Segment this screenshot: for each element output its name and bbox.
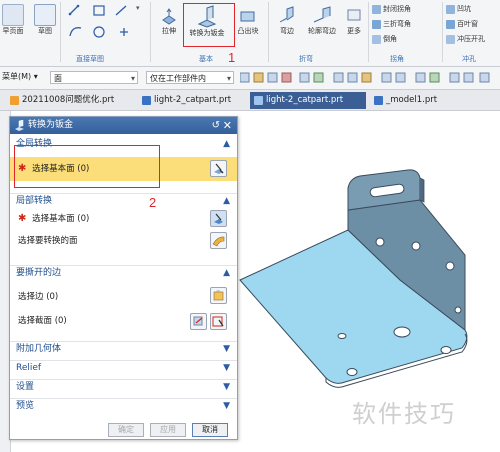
chevron-down-icon: ▾ [136,4,140,12]
tab-flange-icon [240,11,255,22]
flange-button[interactable]: 弯边 [274,6,300,36]
sheet-metal-part[interactable] [230,160,500,400]
circle-tool-icon[interactable] [93,26,105,38]
bend-face-icon [212,236,225,247]
sketch-icon [34,4,56,26]
closed-corner-icon [372,4,381,14]
section-local-convert[interactable]: 局部转换 ▲ [10,193,237,208]
more-bend-button[interactable]: 更多 [344,6,364,36]
face-select-icon [214,213,223,224]
point-tool-icon[interactable] [120,28,128,36]
face-select-icon [214,163,224,174]
base-face-highlight [14,145,160,188]
section-additional-geometry[interactable]: 附加几何体 ▼ [10,341,237,356]
three-bend-corner-button[interactable]: 三折弯角 [372,19,411,29]
chevron-up-icon: ▲ [223,268,230,278]
more-icon [347,9,361,21]
sketch-button[interactable]: 草图 [34,4,56,36]
apply-button[interactable]: 应用 [150,423,186,437]
cancel-button[interactable]: 取消 [192,423,228,437]
chevron-down-icon: ▼ [223,344,230,354]
chevron-down-icon: ▼ [223,401,230,411]
document-tabs: 20211008问题优化.prt light-2_catpart.prt lig… [0,90,500,111]
arc-tool-icon[interactable] [69,27,82,37]
drawn-cutout-button[interactable]: 冲压开孔 [446,34,485,44]
line-segment-tool-icon[interactable] [115,5,127,16]
dialog-title: 转换为钣金 [28,120,74,130]
chevron-up-icon: ▲ [223,196,230,206]
three-bend-corner-icon [372,19,381,29]
tab-light-2-catpart-1[interactable]: light-2_catpart.prt [138,92,237,109]
page-icon [2,4,24,26]
section-edges-to-rip[interactable]: 要撕开的边 ▲ [10,265,237,280]
scope-filter-select[interactable]: 仅在工作部件内 [146,71,234,85]
louver-button[interactable]: 百叶窗 [446,19,478,29]
louver-icon [446,19,455,29]
dimple-icon [446,4,455,14]
tab-button[interactable]: 凸出块 [234,6,262,36]
tab-20211008[interactable]: 20211008问题优化.prt [6,92,120,109]
dialog-app-icon [15,120,24,131]
tab-model1[interactable]: _model1.prt [370,92,443,109]
section-settings[interactable]: 设置 ▼ [10,379,237,394]
convert-to-sheet-metal-dialog: 转换为钣金 ↺ ✕ 全局转换 ▲ ✱ 选择基本面 (0) 2 局部转换 ▲ ✱ … [9,116,238,440]
local-select-face-button[interactable] [210,210,227,227]
section-relief[interactable]: Relief ▼ [10,360,237,375]
closed-corner-button[interactable]: 封闭拐角 [372,4,411,14]
contour-flange-icon [313,6,331,23]
selection-filter-bar: 菜单(M) ▾ 面 仅在工作部件内 [0,67,500,90]
select-section-button[interactable] [210,313,227,330]
snap-toolbar [240,72,490,83]
dimple-button[interactable]: 凹坑 [446,4,471,14]
ribbon: 早页面 草图 ▾ 直接草图 拉伸 转换为钣金 凸出块 基本 1 弯边 轮廓弯边 … [0,0,500,67]
select-face-button[interactable] [210,160,227,177]
tab-light-2-catpart-2[interactable]: light-2_catpart.prt [250,92,366,109]
more-sketch-button[interactable]: ▾ [136,4,144,44]
required-star-icon: ✱ [18,213,27,224]
line-tool-icon[interactable] [68,4,80,16]
section-preview[interactable]: 预览 ▼ [10,398,237,413]
ok-button[interactable]: 确定 [108,423,144,437]
select-convert-faces-button[interactable] [210,232,227,249]
section-select-icon [212,316,224,327]
part-file-icon [254,96,263,105]
menu-button[interactable]: 菜单(M) ▾ [2,71,38,82]
edge-select-icon [213,290,224,301]
convert-button-highlight [183,3,235,47]
close-icon[interactable]: ✕ [223,117,232,134]
select-edge-row[interactable]: 选择边 (0) [10,287,237,307]
select-edge-button[interactable] [210,287,227,304]
type-filter-select[interactable]: 面 [50,71,138,85]
chevron-up-icon: ▲ [223,139,230,149]
reset-icon[interactable]: ↺ [212,117,220,134]
select-faces-to-convert-row[interactable]: 选择要转换的面 [10,231,237,251]
extrude-icon [162,8,176,25]
section-curve-button[interactable] [190,313,207,330]
part-file-icon [10,96,19,105]
rectangle-tool-icon[interactable] [93,5,105,16]
part-file-icon [142,96,151,105]
watermark-text: 软件技巧 [352,400,456,428]
part-file-icon [374,96,383,105]
filter-icons[interactable] [240,72,490,83]
chamfer-icon [372,34,381,44]
section-curve-icon [193,316,203,326]
chevron-down-icon: ▼ [223,382,230,392]
chevron-down-icon: ▼ [223,363,230,373]
dialog-title-bar[interactable]: 转换为钣金 ↺ ✕ [10,117,237,134]
extrude-button[interactable]: 拉伸 [156,6,182,36]
drawn-cutout-icon [446,34,455,44]
flange-icon [279,6,294,23]
chamfer-button[interactable]: 倒角 [372,34,397,44]
page-button[interactable]: 早页面 [2,4,24,36]
contour-flange-button[interactable]: 轮廓弯边 [304,6,340,36]
local-select-base-face-row[interactable]: ✱ 选择基本面 (0) [10,209,237,229]
sketch-tools [68,4,128,38]
